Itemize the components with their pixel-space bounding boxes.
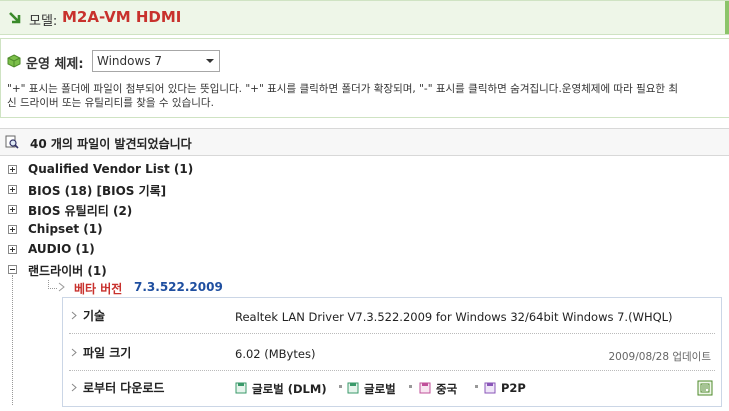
model-header: 모델: M2A-VM HDMI xyxy=(0,0,729,35)
model-value: M2A-VM HDMI xyxy=(62,8,182,26)
expand-plus-icon[interactable] xyxy=(8,245,17,254)
cube-icon xyxy=(7,54,21,68)
tree-item-label[interactable]: BIOS (18) [BIOS 기록] xyxy=(28,182,166,199)
model-label: 모델: xyxy=(29,14,58,29)
arrow-right-icon xyxy=(71,311,77,320)
tree-connector xyxy=(48,280,57,289)
floppy-disk-icon xyxy=(347,382,359,394)
arrow-right-icon xyxy=(71,348,77,357)
collapse-minus-icon[interactable] xyxy=(8,265,17,274)
description-key: 기술 xyxy=(83,309,106,323)
arrow-right-icon xyxy=(71,383,77,392)
expand-plus-icon[interactable] xyxy=(8,185,17,194)
tree-item-label[interactable]: BIOS 유틸리티 (2) xyxy=(28,202,132,219)
download-label[interactable]: 글로벌 xyxy=(364,381,396,397)
size-key: 파일 크기 xyxy=(83,346,132,360)
file-list-icon[interactable] xyxy=(697,380,713,396)
os-label: 운영 체제: xyxy=(26,57,84,72)
tree-item-label[interactable]: AUDIO (1) xyxy=(28,242,95,256)
files-found-text: 40 개의 파일이 발견되었습니다 xyxy=(30,137,192,151)
arrow-down-right-icon xyxy=(9,12,21,24)
chevron-down-icon[interactable] xyxy=(201,51,219,71)
os-select-value: Windows 7 xyxy=(97,54,163,68)
files-search-icon xyxy=(5,135,19,149)
tree-item-label[interactable]: Chipset (1) xyxy=(28,222,103,236)
arrow-right-icon xyxy=(58,282,65,292)
os-select[interactable]: Windows 7 xyxy=(92,50,220,72)
detail-row-size: 파일 크기 6.02 (MBytes) 2009/08/28 업데이트 xyxy=(69,337,715,371)
detail-row-description: 기술 Realtek LAN Driver V7.3.522.2009 for … xyxy=(69,300,715,334)
beta-version: 7.3.522.2009 xyxy=(134,280,223,294)
floppy-disk-icon xyxy=(235,382,247,394)
os-panel: 운영 체제: Windows 7 "+" 표시는 폴더에 파일이 첨부되어 있다… xyxy=(0,38,729,118)
os-note-line1: "+" 표시는 폴더에 파일이 첨부되어 있다는 뜻입니다. "+" 표시를 클… xyxy=(7,83,679,95)
files-found-bar: 40 개의 파일이 발견되었습니다 xyxy=(0,128,729,156)
dot-separator xyxy=(339,385,342,388)
header-edge xyxy=(725,1,729,34)
download-key: 로부터 다운로드 xyxy=(83,381,165,395)
os-note: "+" 표시는 폴더에 파일이 첨부되어 있다는 뜻입니다. "+" 표시를 클… xyxy=(7,82,725,110)
description-value: Realtek LAN Driver V7.3.522.2009 for Win… xyxy=(235,310,673,324)
os-note-line2: 신 드라이버 또는 유틸리티를 찾을 수 있습니다. xyxy=(7,97,214,109)
tree-connector-line xyxy=(12,275,13,405)
expand-plus-icon[interactable] xyxy=(8,205,17,214)
floppy-disk-icon xyxy=(419,382,431,394)
updated-date: 2009/08/28 업데이트 xyxy=(608,351,712,363)
download-label[interactable]: P2P xyxy=(501,381,526,395)
tree-item-label[interactable]: Qualified Vendor List (1) xyxy=(28,162,193,176)
dot-separator xyxy=(475,385,478,388)
expand-plus-icon[interactable] xyxy=(8,165,17,174)
dot-separator xyxy=(409,385,412,388)
expand-plus-icon[interactable] xyxy=(8,225,17,234)
size-value: 6.02 (MBytes) xyxy=(235,347,316,361)
detail-row-download: 로부터 다운로드 글로벌 (DLM) 글로벌 중국 P2P xyxy=(69,372,715,405)
beta-label: 베타 버전 xyxy=(74,282,123,296)
tree-item-label[interactable]: 랜드라이버 (1) xyxy=(28,262,107,279)
floppy-disk-icon xyxy=(484,382,496,394)
driver-detail-panel: 기술 Realtek LAN Driver V7.3.522.2009 for … xyxy=(62,297,722,407)
download-label[interactable]: 글로벌 (DLM) xyxy=(252,381,327,397)
download-label[interactable]: 중국 xyxy=(436,381,457,397)
